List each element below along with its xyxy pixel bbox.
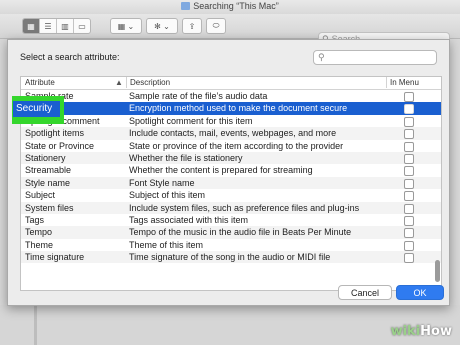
sidebar-divider [34,305,37,345]
table-row[interactable]: Spotlight commentSpotlight comment for t… [21,114,441,128]
in-menu-checkbox[interactable] [404,104,414,115]
highlighted-attribute-label[interactable]: Security [13,101,60,117]
in-menu-checkbox[interactable] [404,228,414,239]
in-menu-checkbox[interactable] [404,191,414,202]
table-row[interactable]: Streamable Whether the content is prepare… [21,164,441,177]
gear-icon: ✻ ⌄ [154,21,170,31]
column-header-attribute[interactable]: Attribute [25,78,123,87]
folder-icon [181,2,191,10]
table-row[interactable]: SecurityEncryption method used to make t… [21,102,441,115]
attribute-search-input[interactable]: ⚲ [313,50,437,65]
attribute-cell: State or Province [25,140,95,151]
description-cell: Font Style name [129,177,195,188]
description-cell: Tags associated with this item [129,214,249,225]
title-bar: Searching “This Mac” [0,0,460,15]
in-menu-checkbox[interactable] [404,92,414,102]
table-row[interactable]: Tempo Tempo of the music in the audio fil… [21,226,441,239]
window-title: Searching “This Mac” [0,1,460,11]
table-row[interactable]: Time signature Time signature of the song… [21,251,441,264]
description-cell: Include contacts, mail, events, webpages… [129,128,337,139]
attribute-cell: System files [25,202,74,213]
description-cell: Spotlight comment for this item [129,115,253,126]
search-attribute-dialog: Select a search attribute: ⚲ Attribute ▲… [7,39,450,306]
table-header: Attribute ▲ Description In Menu [21,77,441,90]
attribute-cell: Theme [25,239,54,250]
scroll-thumb[interactable] [435,260,440,282]
watermark-how: How [420,324,452,339]
attribute-cell: Style name [25,177,71,188]
table-body: Sample rateSample rate of the file’s aud… [21,90,441,264]
description-cell: Sample rate of the file’s audio data [129,91,268,101]
column-header-description[interactable]: Description [126,77,170,88]
list-view-icon[interactable]: ☰ [40,19,57,33]
in-menu-checkbox[interactable] [404,215,414,226]
description-cell: Tempo of the music in the audio file in … [129,227,352,238]
column-header-in-menu[interactable]: In Menu [386,77,419,88]
description-cell: Encryption method used to make the docum… [129,103,348,114]
sort-ascending-icon: ▲ [115,78,123,87]
share-button[interactable]: ⇪ [182,18,202,34]
in-menu-checkbox[interactable] [404,141,414,152]
search-icon: ⚲ [318,52,325,62]
description-cell: Theme of this item [129,239,204,250]
in-menu-checkbox[interactable] [404,240,414,251]
tag-button[interactable]: ⬭ [206,18,226,34]
group-button[interactable]: ▦ ⌄ [110,18,142,34]
grid-view-icon[interactable]: ▦ [23,19,40,33]
dialog-prompt: Select a search attribute: [20,52,120,62]
description-cell: Time signature of the song in the audio … [129,252,331,263]
gallery-view-icon[interactable]: ▭ [74,19,90,33]
attribute-table: Attribute ▲ Description In Menu Sample r… [20,76,442,291]
action-button[interactable]: ✻ ⌄ [146,18,178,34]
column-view-icon[interactable]: ▥ [57,19,74,33]
table-row[interactable]: Style name Font Style name [21,176,441,190]
share-icon: ⇪ [188,21,196,31]
attribute-cell: Time signature [25,252,85,263]
table-row[interactable]: Stationery Whether the file is stationery [21,151,441,165]
attribute-cell: Spotlight items [25,128,85,139]
attribute-cell: Tags [25,214,45,225]
in-menu-checkbox[interactable] [404,153,414,164]
view-switcher: ▦ ☰ ▥ ▭ [22,18,91,34]
table-row[interactable]: Tags Tags associated with this item [21,213,441,227]
table-row[interactable]: System files Include system files, such a… [21,201,441,214]
attribute-cell: Stationery [25,152,66,163]
in-menu-checkbox[interactable] [404,203,414,214]
table-row[interactable]: Sample rateSample rate of the file’s aud… [21,90,441,103]
table-row[interactable]: State or Province State or province of th… [21,139,441,152]
watermark-wiki: wiki [390,324,421,339]
attribute-cell: Subject [25,190,56,201]
scrollbar[interactable] [434,90,440,288]
description-cell: Whether the content is prepared for stre… [129,165,313,176]
tag-icon: ⬭ [212,21,220,30]
description-cell: Whether the file is stationery [129,152,243,163]
group-icon: ▦ ⌄ [117,21,135,31]
table-row[interactable]: Spotlight items Include contacts, mail, e… [21,127,441,140]
in-menu-checkbox[interactable] [404,129,414,140]
attribute-cell: Tempo [25,227,53,238]
green-highlight-box: Security [12,96,64,124]
description-cell: Subject of this item [129,190,206,201]
wikihow-watermark: wikiHow [391,324,452,339]
in-menu-checkbox[interactable] [404,166,414,177]
table-row[interactable]: Subject Subject of this item [21,189,441,202]
table-row[interactable]: Theme Theme of this item [21,238,441,252]
attribute-cell: Streamable [25,165,72,176]
toolbar: ▦ ☰ ▥ ▭ ▦ ⌄ ✻ ⌄ ⇪ ⬭ ⚲Search [0,14,460,46]
in-menu-checkbox[interactable] [404,253,414,264]
description-cell: State or province of the item according … [129,140,344,151]
window-title-text: Searching “This Mac” [193,1,279,11]
in-menu-checkbox[interactable] [404,116,414,127]
ok-button[interactable]: OK [396,285,444,300]
cancel-button[interactable]: Cancel [338,285,392,300]
in-menu-checkbox[interactable] [404,178,414,189]
description-cell: Include system files, such as preference… [129,202,360,213]
